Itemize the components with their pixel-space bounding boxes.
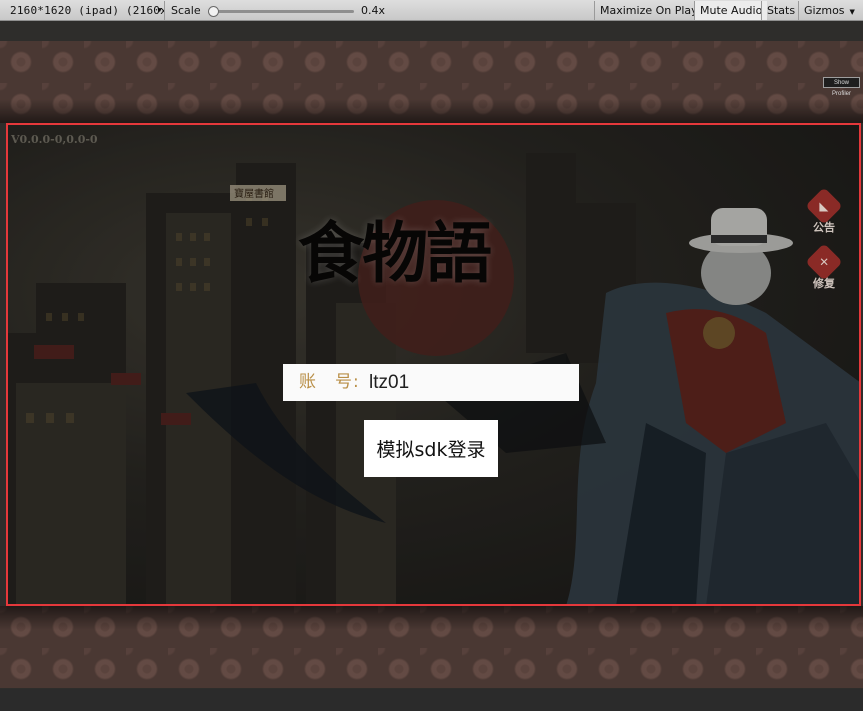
scale-slider-track[interactable]	[208, 10, 354, 13]
gizmos-button[interactable]: Gizmos ▼	[798, 1, 860, 20]
stats-button[interactable]: Stats	[761, 1, 800, 20]
game-logo: 食物語	[298, 214, 492, 292]
game-view-toolbar: 2160*1620 (ipad) (2160x ▼ Scale 0.4x Max…	[0, 0, 863, 21]
repair-tools-icon: ✕	[819, 254, 829, 270]
notice-button[interactable]: ◣ 公告	[805, 187, 843, 239]
game-view: Show Profiler 寶屋書館 V0.0.0-0,0.0-0 食物語 ◣ …	[0, 21, 863, 689]
dropdown-arrow-icon: ▼	[849, 8, 855, 16]
mock-sdk-login-button[interactable]: 模拟sdk登录	[364, 420, 498, 477]
mute-audio-label: Mute Audio	[700, 4, 763, 17]
maximize-on-play-label: Maximize On Play	[600, 4, 698, 17]
account-input[interactable]	[369, 367, 569, 398]
pattern-band-top	[0, 41, 863, 123]
account-label: 账 号:	[299, 372, 360, 392]
scale-label: Scale	[171, 4, 201, 17]
stats-label: Stats	[767, 4, 796, 17]
resolution-label: 2160*1620 (ipad) (2160x	[10, 4, 165, 17]
maximize-on-play-button[interactable]: Maximize On Play	[594, 1, 703, 20]
dropdown-arrow-icon: ▼	[157, 6, 162, 14]
login-scene: 寶屋書館 V0.0.0-0,0.0-0 食物語 ◣ 公告 ✕ 修复 账 号: l…	[6, 123, 861, 606]
version-label: V0.0.0-0,0.0-0	[11, 133, 98, 146]
megaphone-icon: ◣	[819, 198, 829, 214]
pattern-band-bottom	[0, 606, 863, 688]
mute-audio-button[interactable]: Mute Audio	[694, 1, 768, 20]
repair-button[interactable]: ✕ 修复	[805, 243, 843, 295]
resolution-dropdown[interactable]: 2160*1620 (ipad) (2160x ▼	[0, 1, 165, 20]
gizmos-label: Gizmos	[804, 4, 845, 17]
show-profiler-button[interactable]: Show Profiler	[823, 77, 860, 97]
scale-value: 0.4x	[361, 4, 386, 17]
account-field[interactable]: 账 号:	[283, 364, 579, 401]
scale-slider-thumb[interactable]	[208, 6, 219, 17]
